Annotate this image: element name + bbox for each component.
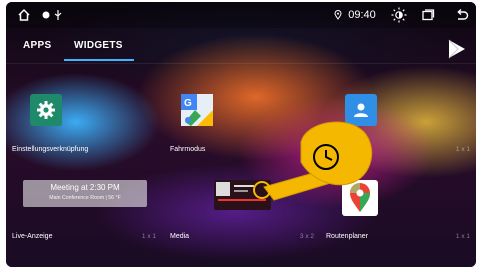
widget-route-planner[interactable]: Routenplaner 1 x 1 <box>324 160 474 244</box>
tab-apps[interactable]: APPS <box>23 40 51 58</box>
widget-settings-shortcut[interactable]: Einstellungsverknüpfung <box>10 66 160 156</box>
google-maps-pin-icon <box>342 180 378 216</box>
settings-gear-icon <box>30 94 62 126</box>
widget-size: 1 x 1 <box>455 146 470 153</box>
widget-label: Live-Anzeige <box>12 233 53 240</box>
track-title-line <box>234 185 254 187</box>
home-icon[interactable] <box>16 6 32 24</box>
google-maps-directions-icon: G <box>181 94 213 126</box>
widget-label: Routenplaner <box>326 233 369 240</box>
widget-drive-mode[interactable]: G Fahrmodus <box>168 66 318 156</box>
meeting-subtitle: Main Conference Room | 56 °F <box>49 195 121 201</box>
widget-label: Kontakt <box>326 146 350 153</box>
playback-controls-icon <box>228 203 258 209</box>
brightness-icon[interactable] <box>390 6 408 24</box>
play-store-icon[interactable] <box>446 38 468 60</box>
tab-selected-indicator <box>64 59 134 61</box>
tab-widgets[interactable]: WIDGETS <box>74 40 123 58</box>
widget-label: Fahrmodus <box>170 146 206 153</box>
widget-size: 1 x 1 <box>455 233 470 240</box>
widget-size: 3 x 2 <box>299 233 314 240</box>
back-icon[interactable] <box>454 6 470 24</box>
android-widgets-screen: 09:40 APPS WIDGETS Einstellungsverknüpfu… <box>6 2 476 267</box>
usb-icon <box>53 6 63 24</box>
status-bar: 09:40 <box>6 2 476 28</box>
widget-size: 1 x 1 <box>141 233 156 240</box>
media-player-preview <box>214 180 271 210</box>
status-time: 09:40 <box>348 9 376 21</box>
game-controller-icon <box>40 6 52 24</box>
widget-label: Media <box>170 233 190 240</box>
tab-divider <box>6 63 476 64</box>
track-artist-line <box>234 190 248 192</box>
meeting-preview-card: Meeting at 2:30 PM Main Conference Room … <box>23 180 147 207</box>
widget-label: Einstellungsverknüpfung <box>12 146 89 153</box>
meeting-title: Meeting at 2:30 PM <box>50 183 120 192</box>
location-icon <box>333 6 343 24</box>
svg-text:G: G <box>184 98 192 109</box>
progress-bar <box>218 199 266 201</box>
recent-apps-icon[interactable] <box>420 6 436 24</box>
album-art-icon <box>216 182 230 196</box>
widget-contact[interactable]: Kontakt 1 x 1 <box>324 66 474 156</box>
contact-person-icon <box>345 94 377 126</box>
